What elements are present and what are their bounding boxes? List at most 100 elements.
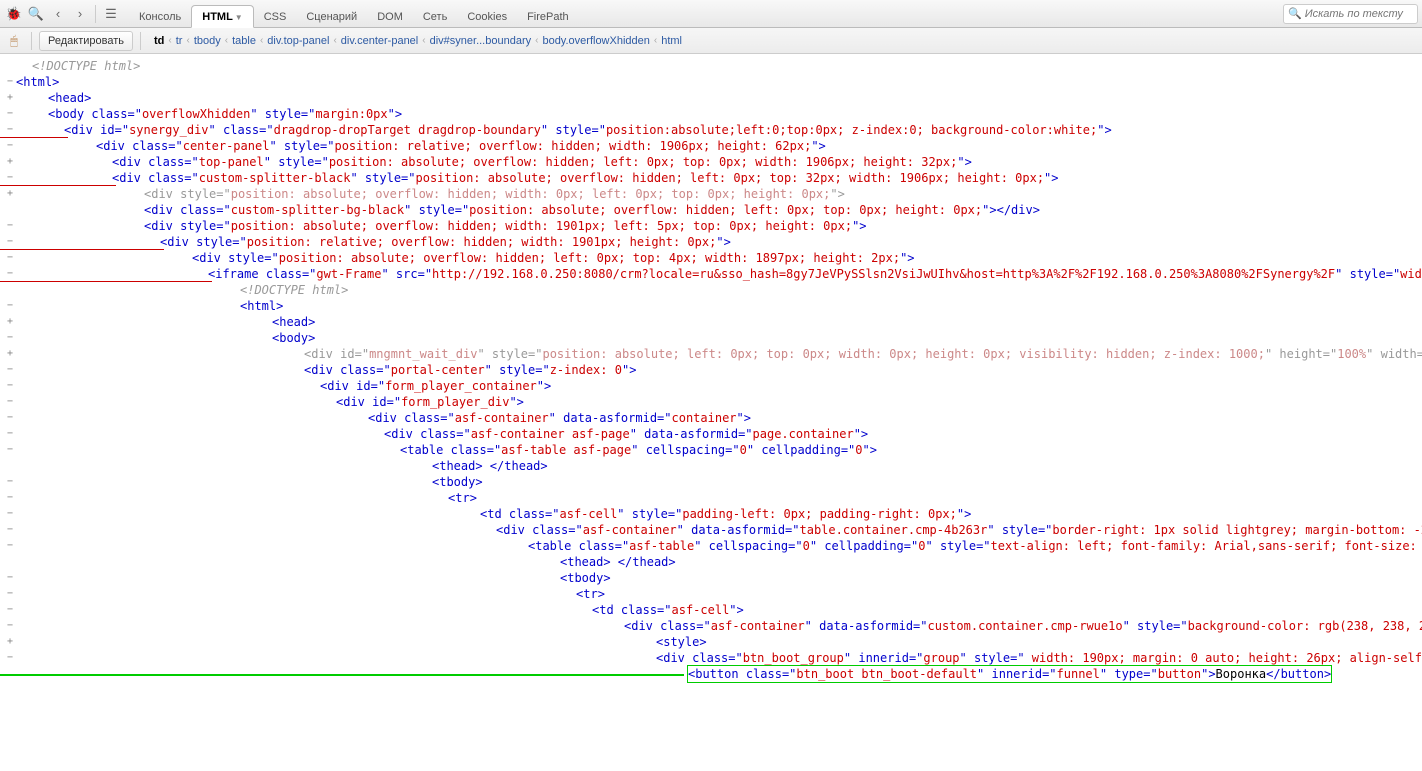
expand-toggle[interactable]: − [4, 394, 16, 410]
code-line[interactable]: +<div style="position: absolute; overflo… [4, 186, 1422, 202]
nav-back-icon[interactable]: ‹ [48, 4, 68, 24]
code-line[interactable]: − <body class="overflowXhidden" style="ma… [4, 106, 1422, 122]
nav-fwd-icon[interactable]: › [70, 4, 90, 24]
breadcrumb-item[interactable]: html [661, 35, 682, 47]
code-line[interactable]: − <table class="asf-table asf-page" cells… [4, 442, 1422, 458]
code-line[interactable]: − <div class="asf-container asf-page" dat… [4, 426, 1422, 442]
code-line[interactable]: − <div style="position: absolute; overflo… [4, 250, 1422, 266]
expand-toggle[interactable]: − [4, 602, 16, 618]
code-content[interactable]: <head> [272, 314, 315, 330]
tab-консоль[interactable]: Консоль [129, 6, 191, 27]
breadcrumb-item[interactable]: tbody [194, 35, 221, 47]
code-content[interactable]: <html> [240, 298, 283, 314]
expand-toggle[interactable]: − [4, 330, 16, 346]
expand-toggle[interactable]: − [4, 650, 16, 666]
code-line[interactable]: − <div id="form_player_div"> [4, 394, 1422, 410]
code-line[interactable]: −<div class="center-panel" style="positi… [4, 138, 1422, 154]
code-content[interactable]: <style> [656, 634, 707, 650]
code-content[interactable]: <tbody> [560, 570, 611, 586]
code-line[interactable]: <!DOCTYPE html> [4, 282, 1422, 298]
expand-toggle[interactable]: − [4, 586, 16, 602]
breadcrumb-item[interactable]: body.overflowXhidden [542, 35, 649, 47]
edit-button[interactable]: Редактировать [39, 31, 133, 51]
tab-firepath[interactable]: FirePath [517, 6, 579, 27]
code-line[interactable]: <div class="custom-splitter-bg-black" st… [4, 202, 1422, 218]
code-line[interactable]: − <div class="portal-center" style="z-ind… [4, 362, 1422, 378]
code-content[interactable]: <div id="synergy_div" class="dragdrop-dr… [64, 122, 1112, 138]
expand-toggle[interactable]: − [4, 522, 16, 538]
code-content[interactable]: <div style="position: absolute; overflow… [192, 250, 915, 266]
code-content[interactable]: <div class="portal-center" style="z-inde… [304, 362, 636, 378]
inspect-icon[interactable]: 🔍 [26, 4, 46, 24]
expand-toggle[interactable]: − [4, 362, 16, 378]
breadcrumb-item[interactable]: td [154, 35, 164, 47]
expand-toggle[interactable]: − [4, 106, 16, 122]
code-content[interactable]: <div class="custom-splitter-black" style… [112, 170, 1059, 186]
code-line[interactable]: +<head> [4, 90, 1422, 106]
code-line[interactable]: −<div class="custom-splitter-black" styl… [4, 170, 1422, 186]
expand-toggle[interactable]: − [4, 474, 16, 490]
code-line[interactable]: + <div class="top-panel" style="position:… [4, 154, 1422, 170]
code-content[interactable]: <thead> </thead> [560, 554, 676, 570]
code-line[interactable]: − <table class="asf-table" cellspacing="0… [4, 538, 1422, 554]
expand-toggle[interactable]: − [4, 570, 16, 586]
expand-toggle[interactable]: + [4, 314, 16, 330]
select-element-icon[interactable]: 🖱 [4, 31, 24, 51]
code-content[interactable]: <div class="btn_boot_group" innerid="gro… [656, 650, 1422, 666]
breadcrumb-item[interactable]: div.top-panel [267, 35, 329, 47]
code-line[interactable]: − <div id="form_player_container"> [4, 378, 1422, 394]
code-content[interactable]: <!DOCTYPE html> [32, 58, 140, 74]
code-line[interactable]: − <html> [4, 298, 1422, 314]
tab-css[interactable]: CSS [254, 6, 297, 27]
code-content[interactable]: <div style="position: relative; overflow… [160, 234, 731, 250]
breadcrumb-item[interactable]: tr [176, 35, 183, 47]
expand-toggle[interactable]: − [4, 506, 16, 522]
breadcrumb-item[interactable]: div.center-panel [341, 35, 418, 47]
expand-toggle[interactable]: − [4, 442, 16, 458]
code-line[interactable]: − <div class="btn_boot_group" innerid="gr… [4, 650, 1422, 666]
expand-toggle[interactable]: − [4, 122, 16, 138]
code-content[interactable]: <thead> </thead> [432, 458, 548, 474]
html-tree-panel[interactable]: <!DOCTYPE html>−<html>+<head>−<body clas… [0, 54, 1422, 771]
expand-toggle[interactable]: − [4, 298, 16, 314]
code-content[interactable]: <html> [16, 74, 59, 90]
code-line[interactable]: − <body> [4, 330, 1422, 346]
expand-toggle[interactable]: − [4, 250, 16, 266]
code-content[interactable]: <div class="custom-splitter-bg-black" st… [144, 202, 1040, 218]
code-content[interactable]: <div id="form_player_container"> [320, 378, 551, 394]
code-line[interactable]: −<div class="asf-container" data-asformi… [4, 522, 1422, 538]
code-content[interactable]: <td class="asf-cell" style="padding-left… [480, 506, 971, 522]
code-content[interactable]: <div class="asf-container asf-page" data… [384, 426, 868, 442]
search-input[interactable] [1305, 8, 1413, 20]
code-content[interactable]: <div id="form_player_div"> [336, 394, 524, 410]
expand-toggle[interactable]: − [4, 378, 16, 394]
expand-toggle[interactable]: − [4, 538, 16, 554]
code-line[interactable]: −<div class="asf-container" data-asformi… [4, 410, 1422, 426]
console-toggle-icon[interactable]: ☰ [101, 4, 121, 24]
code-content[interactable]: <div class="top-panel" style="position: … [112, 154, 972, 170]
code-line[interactable]: − <td class="asf-cell" style="padding-lef… [4, 506, 1422, 522]
code-content[interactable]: <table class="asf-table" cellspacing="0"… [528, 538, 1422, 554]
code-content[interactable]: <body class="overflowXhidden" style="mar… [48, 106, 402, 122]
code-line[interactable]: +<div id="mngmnt_wait_div" style="positi… [4, 346, 1422, 362]
breadcrumb-item[interactable]: table [232, 35, 256, 47]
code-line[interactable]: <thead> </thead> [4, 554, 1422, 570]
code-line[interactable]: − <td class="asf-cell"> [4, 602, 1422, 618]
code-content[interactable]: <head> [48, 90, 91, 106]
code-line[interactable]: +<style> [4, 634, 1422, 650]
code-content[interactable]: <table class="asf-table asf-page" cellsp… [400, 442, 877, 458]
expand-toggle[interactable]: + [4, 186, 16, 202]
expand-toggle[interactable]: − [4, 138, 16, 154]
code-content[interactable]: <td class="asf-cell"> [592, 602, 744, 618]
expand-toggle[interactable]: − [4, 234, 16, 250]
tab-сценарий[interactable]: Сценарий [296, 6, 367, 27]
code-content[interactable]: <body> [272, 330, 315, 346]
tab-dom[interactable]: DOM [367, 6, 413, 27]
expand-toggle[interactable]: + [4, 154, 16, 170]
expand-toggle[interactable]: − [4, 74, 16, 90]
search-box[interactable]: 🔍 [1283, 4, 1418, 24]
code-content[interactable]: <iframe class="gwt-Frame" src="http://19… [208, 266, 1422, 282]
code-content[interactable]: <div style="position: absolute; overflow… [144, 218, 867, 234]
expand-toggle[interactable]: − [4, 426, 16, 442]
code-line[interactable]: −<tr> [4, 490, 1422, 506]
